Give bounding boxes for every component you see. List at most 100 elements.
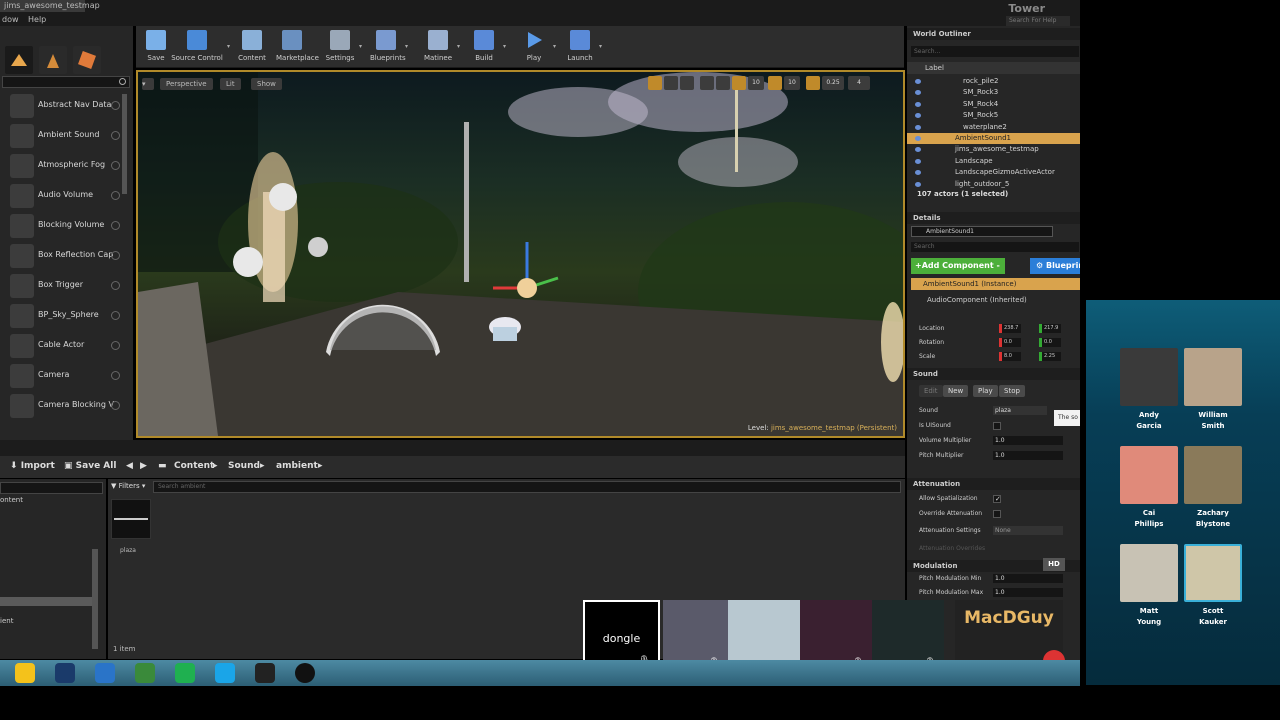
back-button[interactable]: ◀ [126,461,133,471]
content-button[interactable]: Content [236,29,268,67]
help-icon[interactable] [111,191,120,200]
outliner-row[interactable]: waterplane2 [907,122,1080,133]
menu-help[interactable]: Help [28,15,46,24]
tree-row[interactable]: ient [0,617,13,625]
actor-name-input[interactable]: AmbientSound1 [911,226,1053,237]
outliner-row[interactable]: AmbientSound1 [907,133,1080,144]
level-tab[interactable]: jims_awesome_testmap [0,0,100,12]
play-button[interactable]: Play ▾ [518,29,556,67]
viewport-options-icon[interactable]: ▾ [142,78,154,90]
scale-x[interactable]: 8.0 [999,352,1021,361]
visibility-eye-icon[interactable] [915,181,921,187]
paint-mode-icon[interactable] [39,46,67,74]
sound-play-button[interactable]: Play [973,385,998,397]
prop-value-input[interactable]: 1.0 [993,436,1063,445]
outliner-row[interactable]: SM_Rock5 [907,110,1080,121]
steam-icon[interactable] [55,663,75,683]
sound-edit-button[interactable]: Edit [919,385,943,397]
prop-checkbox[interactable] [993,510,1001,518]
grid-size[interactable]: 10 [748,76,764,90]
surface-snap-icon[interactable] [716,76,730,90]
prop-checkbox[interactable] [993,493,1001,506]
audio-component-row[interactable]: AudioComponent (Inherited) [911,294,1080,306]
place-item[interactable]: Camera Blocking V [10,392,126,420]
scale-snap-icon[interactable] [806,76,820,90]
participant-tile[interactable]: Andy Garcia [1120,348,1178,432]
participant-tile[interactable]: Matt Young [1120,544,1178,628]
dropdown-arrow-icon[interactable]: ▾ [503,43,506,50]
is-uisound-checkbox[interactable] [993,422,1001,430]
dropdown-arrow-icon[interactable]: ▾ [553,43,556,50]
attenuation-settings-value[interactable]: None [993,526,1063,535]
help-icon[interactable] [111,131,120,140]
rotation-x[interactable]: 0.0 [999,338,1021,347]
geometry-mode-icon[interactable] [73,46,101,74]
asset-thumbnail[interactable] [111,499,151,539]
visibility-eye-icon[interactable] [915,90,921,96]
visibility-eye-icon[interactable] [915,158,921,164]
level-viewport[interactable]: ▾ Perspective Lit Show 10 10 0.25 4 Leve… [136,70,905,438]
prop-value-input[interactable]: 1.0 [993,588,1063,597]
attenuation-section-header[interactable]: Attenuation [907,478,1080,490]
help-icon[interactable] [111,341,120,350]
save-button[interactable]: Save [140,29,172,67]
outliner-row[interactable]: rock_pile2 [907,76,1080,87]
place-item[interactable]: Ambient Sound [10,122,126,150]
outliner-row[interactable]: LandscapeGizmoActiveActor [907,167,1080,178]
help-icon[interactable] [111,161,120,170]
prop-value-input[interactable]: 1.0 [993,451,1063,460]
power-icon[interactable] [175,663,195,683]
dropdown-arrow-icon[interactable]: ▾ [227,43,230,50]
visibility-eye-icon[interactable] [915,170,921,176]
sound-new-button[interactable]: New [943,385,969,397]
participant-tile[interactable]: Zachary Blystone [1184,446,1242,530]
dropdown-arrow-icon[interactable]: ▾ [599,43,602,50]
dropdown-arrow-icon[interactable]: ▾ [405,43,408,50]
visibility-eye-icon[interactable] [915,147,921,153]
help-icon[interactable] [111,401,120,410]
world-local-icon[interactable] [700,76,714,90]
help-icon[interactable] [111,101,120,110]
marketplace-button[interactable]: Marketplace [276,29,319,67]
dropdown-arrow-icon[interactable]: ▾ [457,43,460,50]
participant-tile[interactable]: William Smith [1184,348,1242,432]
rotation-y[interactable]: 0.0 [1039,338,1061,347]
rotation-snap-value[interactable]: 10 [784,76,800,90]
tree-search-input[interactable] [0,482,103,494]
asset-search-input[interactable]: Search ambient [153,481,901,493]
scale-tool-icon[interactable] [680,76,694,90]
location-x[interactable]: 238.7 [999,324,1021,333]
place-item[interactable]: Abstract Nav Data [10,92,126,120]
blueprints-button[interactable]: Blueprints ▾ [370,29,408,67]
help-search-input[interactable]: Search For Help [1006,16,1070,26]
rotate-tool-icon[interactable] [664,76,678,90]
epic-icon[interactable] [255,663,275,683]
outliner-row[interactable]: jims_awesome_testmap [907,144,1080,155]
participant-tile[interactable]: Scott Kauker [1184,544,1242,628]
tree-scrollbar[interactable] [92,549,98,649]
help-icon[interactable] [111,281,120,290]
outliner-row[interactable]: SM_Rock4 [907,99,1080,110]
outliner-search-input[interactable]: Search... [911,46,1079,57]
minecraft-icon[interactable] [135,663,155,683]
matinee-button[interactable]: Matinee ▾ [422,29,460,67]
import-button[interactable]: ⬇ Import [10,461,55,471]
place-item[interactable]: Cable Actor [10,332,126,360]
visibility-eye-icon[interactable] [915,113,921,119]
path-sound[interactable]: Sound [228,461,260,471]
sound-section-header[interactable]: Sound [907,368,1080,380]
scale-snap-value[interactable]: 0.25 [822,76,844,90]
participant-tile[interactable]: Cai Phillips [1120,446,1178,530]
details-search-input[interactable]: Search [911,242,1079,252]
outliner-row[interactable]: Landscape [907,156,1080,167]
source-control-button[interactable]: Source Control ▾ [170,29,230,67]
visibility-eye-icon[interactable] [915,79,921,84]
outliner-row[interactable]: SM_Rock3 [907,87,1080,98]
place-item[interactable]: Box Reflection Cap [10,242,126,270]
launch-button[interactable]: Launch ▾ [564,29,602,67]
prop-value-input[interactable]: 1.0 [993,574,1063,583]
blueprint-button[interactable]: ⚙ Blueprint [1030,258,1080,274]
x-app-icon[interactable] [95,663,115,683]
save-all-button[interactable]: ▣ Save All [64,461,116,471]
place-item[interactable]: Audio Volume [10,182,126,210]
